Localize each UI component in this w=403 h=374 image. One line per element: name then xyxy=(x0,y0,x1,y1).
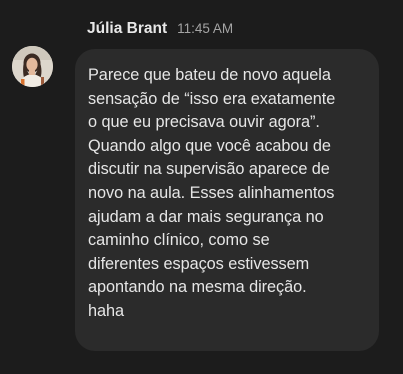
message-timestamp: 11:45 AM xyxy=(177,21,234,36)
message-text: Parece que bateu de novo aquela sensação… xyxy=(88,66,336,320)
message-header: Júlia Brant 11:45 AM xyxy=(87,20,233,38)
message-bubble[interactable]: Parece que bateu de novo aquela sensação… xyxy=(75,49,379,351)
user-photo-icon xyxy=(12,46,53,87)
sender-name[interactable]: Júlia Brant xyxy=(87,20,167,38)
avatar[interactable] xyxy=(12,46,53,87)
